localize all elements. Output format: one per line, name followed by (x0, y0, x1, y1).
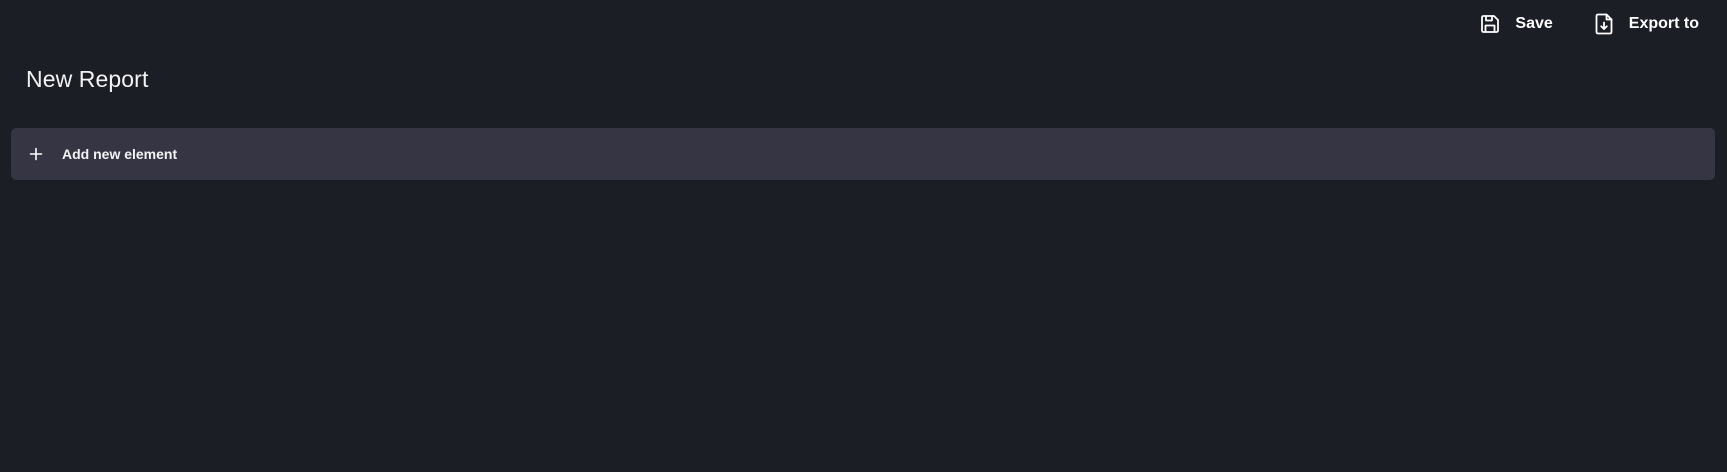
add-new-element-button[interactable]: Add new element (11, 128, 1715, 180)
save-label: Save (1515, 15, 1553, 32)
export-button[interactable]: Export to (1593, 12, 1699, 36)
export-label: Export to (1628, 15, 1699, 32)
save-icon (1479, 12, 1501, 36)
file-export-icon (1593, 12, 1615, 36)
toolbar: Save Export to (1479, 0, 1727, 48)
page-title: New Report (26, 66, 149, 92)
report-editor: Save Export to New Report Add new elemen… (0, 0, 1727, 472)
plus-icon (29, 147, 43, 161)
save-button[interactable]: Save (1479, 12, 1553, 36)
add-new-element-label: Add new element (62, 146, 178, 162)
